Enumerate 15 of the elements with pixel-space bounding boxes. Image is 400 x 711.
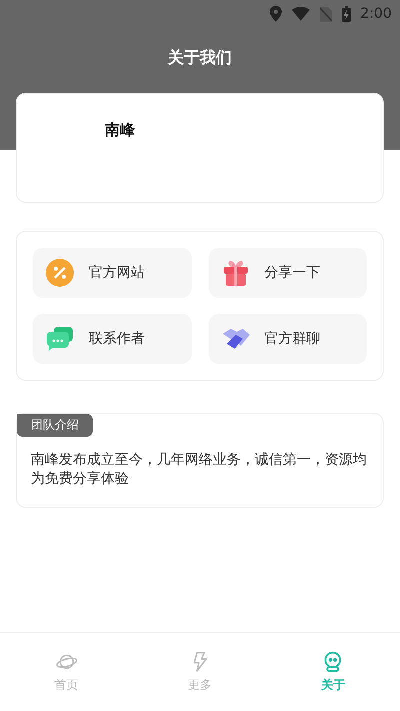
link-button[interactable]: 官方网站 bbox=[33, 248, 192, 298]
location-icon bbox=[270, 6, 282, 22]
no-sim-icon bbox=[320, 6, 332, 22]
chat-bubbles-icon bbox=[45, 324, 75, 354]
page-title: 关于我们 bbox=[166, 47, 233, 69]
status-time: 2:00 bbox=[360, 6, 392, 22]
section-badge: 团队介绍 bbox=[17, 414, 93, 437]
link-button[interactable]: 联系作者 bbox=[33, 314, 192, 364]
link-button[interactable]: 分享一下 bbox=[208, 248, 367, 298]
profile-name: 南峰 bbox=[105, 121, 135, 139]
link-button[interactable]: 官方群聊 bbox=[208, 314, 367, 364]
percent-icon bbox=[45, 258, 75, 288]
battery-charging-icon bbox=[342, 6, 351, 22]
team-description: 南峰发布成立至今，几年网络业务，诚信第一，资源均为免费分享体验 bbox=[31, 451, 368, 489]
wifi-icon bbox=[292, 7, 310, 21]
